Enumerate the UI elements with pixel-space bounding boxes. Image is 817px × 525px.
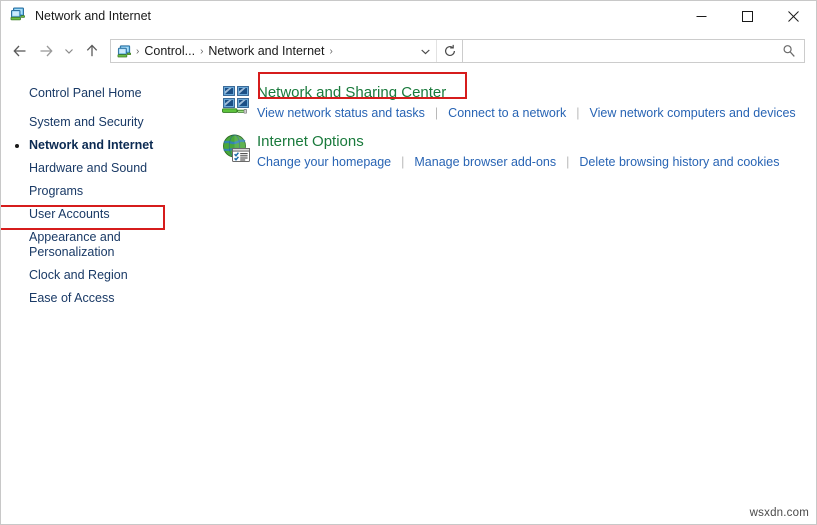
breadcrumb: › Control... › Network and Internet › <box>111 43 414 59</box>
window-controls <box>678 1 816 32</box>
search-box[interactable] <box>463 39 805 63</box>
search-input[interactable] <box>463 44 782 58</box>
breadcrumb-separator-trailing[interactable]: › <box>328 46 333 57</box>
link-divider: | <box>434 106 439 120</box>
close-button[interactable] <box>770 1 816 32</box>
category-title-network-and-sharing-center[interactable]: Network and Sharing Center <box>257 83 446 102</box>
forward-button[interactable] <box>33 38 59 64</box>
internet-options-globe-icon[interactable] <box>217 131 257 165</box>
link-connect-to-a-network[interactable]: Connect to a network <box>448 105 566 121</box>
network-control-panel-icon <box>10 6 26 27</box>
breadcrumb-item-control-panel[interactable]: Control... <box>140 43 199 59</box>
breadcrumb-root-icon[interactable] <box>115 44 135 59</box>
sidebar: Control Panel Home System and Security N… <box>1 70 209 524</box>
category-links: Change your homepage | Manage browser ad… <box>257 154 779 170</box>
category-body: Internet Options Change your homepage | … <box>257 131 779 170</box>
link-divider: | <box>401 155 405 169</box>
address-bar[interactable]: › Control... › Network and Internet › <box>110 39 463 63</box>
address-dropdown-chevron-icon[interactable] <box>414 40 436 62</box>
back-button[interactable] <box>7 38 33 64</box>
sidebar-item-system-and-security[interactable]: System and Security <box>1 111 209 134</box>
link-change-your-homepage[interactable]: Change your homepage <box>257 154 391 170</box>
category-body: Network and Sharing Center View network … <box>257 82 796 121</box>
sidebar-item-ease-of-access[interactable]: Ease of Access <box>1 287 209 310</box>
sidebar-item-control-panel-home[interactable]: Control Panel Home <box>1 82 209 111</box>
title-bar: Network and Internet <box>1 1 816 32</box>
category-network-and-sharing-center: Network and Sharing Center View network … <box>217 72 816 121</box>
category-internet-options: Internet Options Change your homepage | … <box>217 131 816 170</box>
link-delete-browsing-history-and-cookies[interactable]: Delete browsing history and cookies <box>579 154 779 170</box>
category-title-internet-options[interactable]: Internet Options <box>257 132 364 151</box>
category-list: Network and Sharing Center View network … <box>209 70 816 524</box>
breadcrumb-item-network-and-internet[interactable]: Network and Internet <box>204 43 328 59</box>
search-icon <box>782 44 804 58</box>
navigation-bar: › Control... › Network and Internet › <box>1 32 816 70</box>
control-panel-window: Network and Internet › Control... › Netw… <box>0 0 817 525</box>
window-title: Network and Internet <box>35 9 152 24</box>
maximize-button[interactable] <box>724 1 770 32</box>
sidebar-item-user-accounts[interactable]: User Accounts <box>1 203 209 226</box>
link-view-network-computers-and-devices[interactable]: View network computers and devices <box>590 105 796 121</box>
link-manage-browser-add-ons[interactable]: Manage browser add-ons <box>414 154 556 170</box>
sidebar-item-network-and-internet[interactable]: Network and Internet <box>1 134 209 157</box>
link-divider: | <box>576 106 580 120</box>
minimize-button[interactable] <box>678 1 724 32</box>
watermark: wsxdn.com <box>749 507 809 519</box>
refresh-button[interactable] <box>436 40 462 62</box>
content-area: Control Panel Home System and Security N… <box>1 70 816 524</box>
sidebar-item-appearance-and-personalization[interactable]: Appearance and Personalization <box>1 226 209 264</box>
up-button[interactable] <box>79 38 105 64</box>
category-links: View network status and tasks | Connect … <box>257 105 796 121</box>
sidebar-item-clock-and-region[interactable]: Clock and Region <box>1 264 209 287</box>
network-sharing-center-icon[interactable] <box>217 82 257 116</box>
link-view-network-status-and-tasks[interactable]: View network status and tasks <box>257 105 425 121</box>
link-divider: | <box>566 155 570 169</box>
sidebar-item-hardware-and-sound[interactable]: Hardware and Sound <box>1 157 209 180</box>
title-bar-left: Network and Internet <box>1 6 151 27</box>
recent-locations-button[interactable] <box>59 38 79 64</box>
sidebar-item-programs[interactable]: Programs <box>1 180 209 203</box>
